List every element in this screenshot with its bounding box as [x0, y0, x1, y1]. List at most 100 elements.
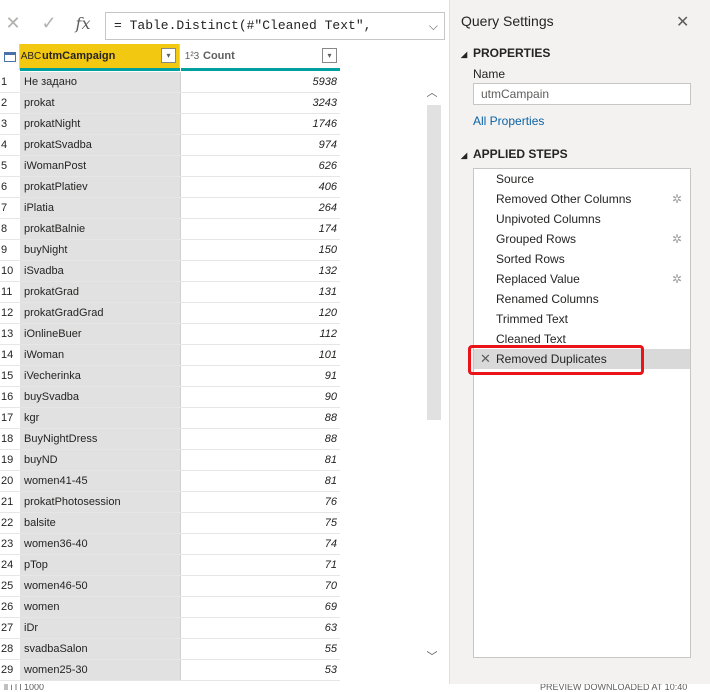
- cell-utmcampaign[interactable]: balsite: [20, 513, 181, 533]
- cancel-icon[interactable]: ✕: [0, 10, 26, 36]
- expand-formula-icon[interactable]: ⌵: [429, 13, 438, 39]
- fx-icon[interactable]: fx: [70, 10, 96, 36]
- row-number[interactable]: 4: [0, 135, 20, 155]
- table-row[interactable]: 23 women36-40 74: [0, 534, 340, 555]
- table-row[interactable]: 14 iWoman 101: [0, 345, 340, 366]
- table-row[interactable]: 5 iWomanPost 626: [0, 156, 340, 177]
- row-number[interactable]: 17: [0, 408, 20, 428]
- table-row[interactable]: 4 prokatSvadba 974: [0, 135, 340, 156]
- cell-utmcampaign[interactable]: women36-40: [20, 534, 181, 554]
- row-number[interactable]: 2: [0, 93, 20, 113]
- column-header-count[interactable]: 1²3 Count ▾: [181, 44, 340, 68]
- cell-count[interactable]: 90: [181, 387, 340, 407]
- row-number[interactable]: 14: [0, 345, 20, 365]
- number-type-icon[interactable]: 1²3: [181, 51, 203, 62]
- row-number[interactable]: 7: [0, 198, 20, 218]
- table-row[interactable]: 1 Не задано 5938: [0, 72, 340, 93]
- cell-utmcampaign[interactable]: women25-30: [20, 660, 181, 680]
- cell-count[interactable]: 69: [181, 597, 340, 617]
- cell-count[interactable]: 974: [181, 135, 340, 155]
- cell-utmcampaign[interactable]: prokatGradGrad: [20, 303, 181, 323]
- row-number[interactable]: 1: [0, 72, 20, 92]
- cell-utmcampaign[interactable]: women: [20, 597, 181, 617]
- cell-count[interactable]: 88: [181, 429, 340, 449]
- table-row[interactable]: 11 prokatGrad 131: [0, 282, 340, 303]
- cell-count[interactable]: 74: [181, 534, 340, 554]
- applied-step[interactable]: Removed Other Columns ✲: [474, 189, 690, 209]
- cell-count[interactable]: 3243: [181, 93, 340, 113]
- vertical-scrollbar[interactable]: ︿ ﹀: [421, 80, 443, 670]
- table-row[interactable]: 21 prokatPhotosession 76: [0, 492, 340, 513]
- step-settings-icon[interactable]: ✲: [672, 229, 682, 249]
- cell-utmcampaign[interactable]: svadbaSalon: [20, 639, 181, 659]
- row-number[interactable]: 21: [0, 492, 20, 512]
- table-row[interactable]: 7 iPlatia 264: [0, 198, 340, 219]
- cell-utmcampaign[interactable]: iWoman: [20, 345, 181, 365]
- table-row[interactable]: 20 women41-45 81: [0, 471, 340, 492]
- cell-count[interactable]: 264: [181, 198, 340, 218]
- all-properties-link[interactable]: All Properties: [473, 114, 544, 128]
- table-row[interactable]: 8 prokatBalnie 174: [0, 219, 340, 240]
- table-row[interactable]: 18 BuyNightDress 88: [0, 429, 340, 450]
- table-row[interactable]: 22 balsite 75: [0, 513, 340, 534]
- cell-utmcampaign[interactable]: iPlatia: [20, 198, 181, 218]
- collapse-triangle-icon[interactable]: ◢: [461, 50, 473, 59]
- cell-count[interactable]: 174: [181, 219, 340, 239]
- text-type-icon[interactable]: ABC: [20, 51, 42, 62]
- cell-utmcampaign[interactable]: iWomanPost: [20, 156, 181, 176]
- row-number[interactable]: 20: [0, 471, 20, 491]
- close-icon[interactable]: ✕: [676, 12, 689, 32]
- cell-utmcampaign[interactable]: prokatBalnie: [20, 219, 181, 239]
- applied-step[interactable]: Replaced Value ✲: [474, 269, 690, 289]
- cell-count[interactable]: 1746: [181, 114, 340, 134]
- table-row[interactable]: 17 kgr 88: [0, 408, 340, 429]
- table-row[interactable]: 12 prokatGradGrad 120: [0, 303, 340, 324]
- cell-utmcampaign[interactable]: prokatGrad: [20, 282, 181, 302]
- table-row[interactable]: 26 women 69: [0, 597, 340, 618]
- row-number[interactable]: 15: [0, 366, 20, 386]
- properties-section-header[interactable]: ◢ PROPERTIES: [461, 46, 550, 60]
- row-number[interactable]: 25: [0, 576, 20, 596]
- cell-count[interactable]: 626: [181, 156, 340, 176]
- table-row[interactable]: 16 buySvadba 90: [0, 387, 340, 408]
- cell-utmcampaign[interactable]: prokatPhotosession: [20, 492, 181, 512]
- cell-count[interactable]: 55: [181, 639, 340, 659]
- step-settings-icon[interactable]: ✲: [672, 189, 682, 209]
- row-number[interactable]: 13: [0, 324, 20, 344]
- cell-utmcampaign[interactable]: iSvadba: [20, 261, 181, 281]
- table-row[interactable]: 2 prokat 3243: [0, 93, 340, 114]
- cell-count[interactable]: 88: [181, 408, 340, 428]
- cell-utmcampaign[interactable]: women41-45: [20, 471, 181, 491]
- cell-count[interactable]: 132: [181, 261, 340, 281]
- table-row[interactable]: 28 svadbaSalon 55: [0, 639, 340, 660]
- cell-utmcampaign[interactable]: prokat: [20, 93, 181, 113]
- cell-count[interactable]: 71: [181, 555, 340, 575]
- cell-utmcampaign[interactable]: kgr: [20, 408, 181, 428]
- applied-step[interactable]: Source: [474, 169, 690, 189]
- table-row[interactable]: 24 pTop 71: [0, 555, 340, 576]
- cell-utmcampaign[interactable]: Не задано: [20, 72, 181, 92]
- row-number[interactable]: 18: [0, 429, 20, 449]
- row-number[interactable]: 16: [0, 387, 20, 407]
- cell-count[interactable]: 53: [181, 660, 340, 680]
- cell-count[interactable]: 75: [181, 513, 340, 533]
- cell-count[interactable]: 406: [181, 177, 340, 197]
- cell-count[interactable]: 81: [181, 450, 340, 470]
- cell-utmcampaign[interactable]: pTop: [20, 555, 181, 575]
- row-number[interactable]: 22: [0, 513, 20, 533]
- table-row[interactable]: 6 prokatPlatiev 406: [0, 177, 340, 198]
- table-row[interactable]: 25 women46-50 70: [0, 576, 340, 597]
- table-row[interactable]: 10 iSvadba 132: [0, 261, 340, 282]
- row-number[interactable]: 26: [0, 597, 20, 617]
- cell-count[interactable]: 76: [181, 492, 340, 512]
- row-number[interactable]: 23: [0, 534, 20, 554]
- scroll-down-icon[interactable]: ﹀: [425, 650, 439, 664]
- row-number[interactable]: 19: [0, 450, 20, 470]
- collapse-triangle-icon[interactable]: ◢: [461, 151, 473, 160]
- applied-step[interactable]: Sorted Rows: [474, 249, 690, 269]
- commit-icon[interactable]: ✓: [36, 10, 62, 36]
- cell-utmcampaign[interactable]: iOnlineBuer: [20, 324, 181, 344]
- cell-count[interactable]: 112: [181, 324, 340, 344]
- row-number[interactable]: 27: [0, 618, 20, 638]
- row-number[interactable]: 8: [0, 219, 20, 239]
